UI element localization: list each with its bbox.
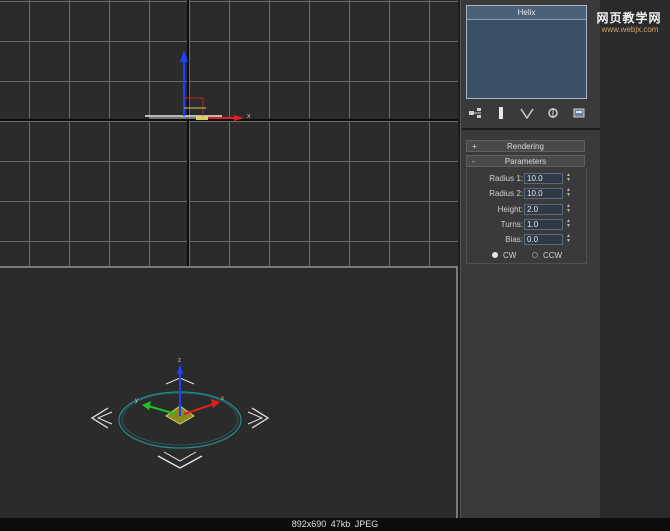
radio-cw-label: CW bbox=[503, 250, 517, 260]
object-preview: Helix bbox=[466, 5, 587, 99]
spinner-icon[interactable]: ▲ ▼ bbox=[565, 204, 572, 215]
param-radius-1: Radius 1: 10.0 ▲ ▼ bbox=[466, 173, 586, 185]
param-bias: Bias: 0.0 ▲ ▼ bbox=[466, 234, 586, 246]
radio-selected-icon bbox=[492, 252, 498, 258]
right-margin bbox=[600, 0, 670, 518]
y-axis-arrow bbox=[147, 405, 177, 415]
x-axis-label: x bbox=[221, 396, 224, 402]
display-icon[interactable] bbox=[518, 105, 536, 121]
gizmo-bracket bbox=[184, 97, 204, 116]
radius-1-field[interactable]: 10.0 bbox=[524, 173, 563, 184]
bbox-corner-bottom-2 bbox=[163, 451, 197, 462]
motion-icon[interactable] bbox=[492, 105, 510, 121]
rollout-expand-icon: + bbox=[472, 142, 477, 151]
rollout-parameters[interactable]: - Parameters bbox=[466, 155, 585, 167]
radio-cw[interactable]: CW bbox=[492, 249, 516, 261]
rollout-rendering-label: Rendering bbox=[507, 142, 544, 151]
radius-2-field[interactable]: 10.0 bbox=[524, 188, 563, 199]
rollout-rendering[interactable]: + Rendering bbox=[466, 140, 585, 152]
perspective-view-scene[interactable]: z x y bbox=[0, 268, 456, 518]
y-axis-label: y bbox=[135, 398, 138, 404]
param-label: Height: bbox=[497, 205, 523, 214]
bbox-corner-right bbox=[251, 407, 270, 429]
radio-ccw-label: CCW bbox=[543, 250, 563, 260]
param-height: Height: 2.0 ▲ ▼ bbox=[466, 204, 586, 216]
x-axis-arrow bbox=[183, 403, 215, 415]
top-view-gizmo[interactable]: x bbox=[0, 0, 458, 266]
x-axis-head bbox=[211, 399, 220, 408]
z-axis-head bbox=[180, 50, 188, 62]
command-panel-toolbar bbox=[466, 104, 588, 122]
bbox-corner-left bbox=[90, 407, 109, 429]
hierarchy-icon[interactable] bbox=[466, 105, 484, 121]
spinner-icon[interactable]: ▲ ▼ bbox=[565, 173, 572, 184]
image-info-bar: 892x690 47kb JPEG bbox=[0, 518, 670, 531]
x-axis-head bbox=[234, 115, 244, 121]
param-turns: Turns: 1.0 ▲ ▼ bbox=[466, 219, 586, 231]
param-label: Radius 2: bbox=[489, 189, 523, 198]
param-radius-2: Radius 2: 10.0 ▲ ▼ bbox=[466, 188, 586, 200]
spinner-icon[interactable]: ▲ ▼ bbox=[565, 234, 572, 245]
rollout-collapse-icon: - bbox=[472, 157, 475, 166]
rollout-parameters-label: Parameters bbox=[504, 157, 547, 166]
y-axis-head bbox=[142, 401, 151, 410]
bbox-corner-bottom bbox=[157, 455, 203, 469]
utilities-icon[interactable] bbox=[544, 105, 562, 121]
perspective-viewport[interactable]: z x y bbox=[0, 266, 458, 518]
watermark-site-name: 网页教学网 bbox=[596, 11, 662, 25]
panel-separator bbox=[462, 128, 600, 130]
spinner-icon[interactable]: ▲ ▼ bbox=[565, 219, 572, 230]
configure-icon[interactable] bbox=[570, 105, 588, 121]
preview-title: Helix bbox=[467, 6, 586, 20]
top-viewport[interactable]: x bbox=[0, 0, 458, 266]
bbox-corner-left-2 bbox=[96, 411, 113, 425]
z-axis-label: z bbox=[178, 358, 181, 364]
param-label: Bias: bbox=[505, 235, 523, 244]
spinner-icon[interactable]: ▲ ▼ bbox=[565, 188, 572, 199]
height-field[interactable]: 2.0 bbox=[524, 204, 563, 215]
turns-field[interactable]: 1.0 bbox=[524, 219, 563, 230]
bbox-corner-right-2 bbox=[247, 411, 264, 425]
bias-field[interactable]: 0.0 bbox=[524, 234, 563, 245]
param-label: Turns: bbox=[500, 220, 523, 229]
pivot-square bbox=[196, 116, 208, 120]
z-axis-head bbox=[177, 364, 183, 374]
param-label: Radius 1: bbox=[489, 174, 523, 183]
radio-unselected-icon bbox=[532, 252, 538, 258]
x-axis-label: x bbox=[247, 113, 251, 120]
radio-ccw[interactable]: CCW bbox=[532, 249, 562, 261]
watermark-url: www.webjx.com bbox=[601, 25, 659, 34]
